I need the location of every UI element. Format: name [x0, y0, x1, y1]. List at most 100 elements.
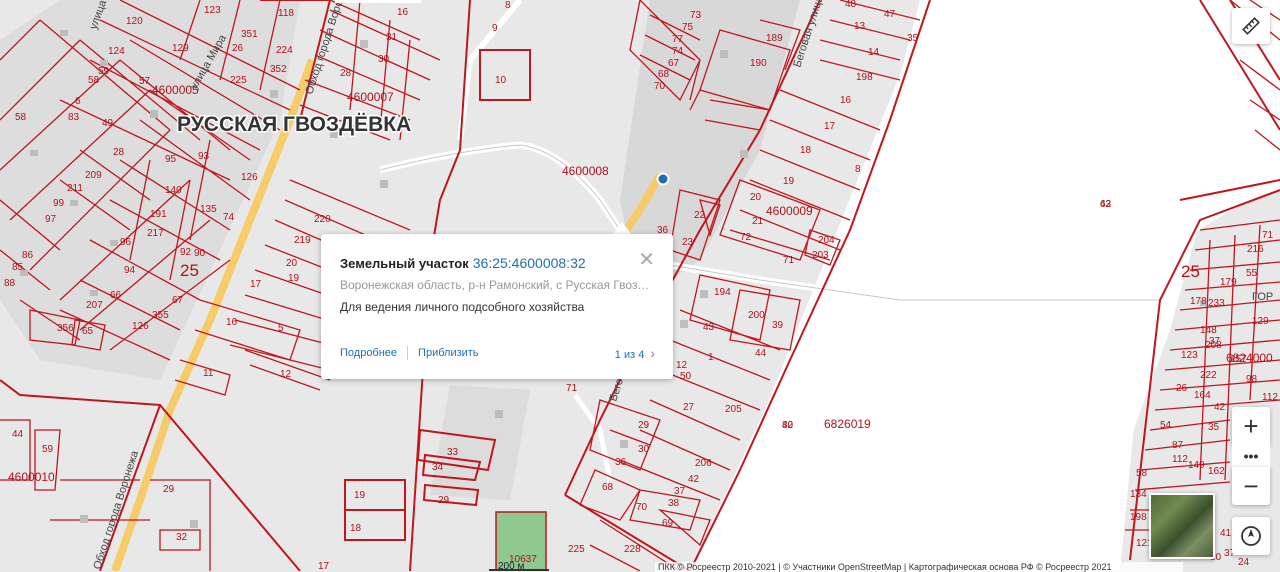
plot-number: 217 — [147, 228, 164, 239]
plot-number: 48 — [845, 0, 857, 10]
plot-number: 54 — [1160, 420, 1172, 431]
plot-number: 112 — [1172, 454, 1188, 465]
ruler-button[interactable] — [1232, 8, 1270, 44]
plot-number: 68 — [602, 482, 614, 493]
plot-number: 37 — [1209, 336, 1221, 347]
plot-number: 225 — [568, 544, 585, 555]
plot-number: 36 — [615, 457, 627, 468]
locate-button[interactable] — [1232, 517, 1270, 555]
plot-number: 24 — [1238, 557, 1250, 568]
plot-number: 66 — [110, 290, 122, 301]
plot-number: 207 — [86, 300, 103, 311]
plot-number: 58 — [88, 75, 100, 86]
plot-number: 35 — [907, 33, 919, 44]
plot-number: 20 — [286, 258, 298, 269]
top-panel-edge — [335, 0, 421, 3]
district-label: 25 — [1181, 262, 1200, 281]
plot-number: 29 — [638, 420, 650, 431]
chevron-right-icon[interactable]: › — [650, 345, 655, 361]
plot-number: 13 — [854, 21, 866, 32]
plot-number: 203 — [812, 250, 829, 261]
plot-number: 49 — [102, 118, 114, 129]
plot-number: 77 — [672, 34, 684, 45]
plot-number: 41 — [1220, 528, 1232, 539]
plot-number: 162 — [1208, 466, 1225, 477]
quarter-label: 6824000 — [1226, 351, 1273, 365]
plot-number: 198 — [856, 72, 873, 83]
plot-number: 37 — [674, 486, 686, 497]
quarter-label: 4600010 — [8, 470, 55, 484]
zoom-out-button[interactable]: − — [1232, 467, 1270, 505]
quarter-label: 4600008 — [562, 164, 609, 178]
plot-number: 71 — [566, 383, 578, 394]
popup-address: Воронежская область, р-н Рамонский, с Ру… — [340, 278, 655, 292]
plot-number: 57 — [139, 76, 151, 87]
more-link[interactable]: Подробнее — [340, 347, 397, 359]
more-button[interactable]: ••• — [1232, 444, 1270, 468]
plot-number: 17 — [318, 561, 330, 571]
plot-number: 164 — [1194, 390, 1211, 401]
popup-links: Подробнее Приблизить — [340, 346, 479, 360]
ruler-icon — [1242, 17, 1260, 35]
plot-number: 26 — [232, 43, 244, 54]
plot-number: 189 — [766, 33, 783, 44]
plot-number: 356 — [57, 323, 74, 334]
plot-number: 14 — [868, 47, 880, 58]
plot-number: 191 — [150, 209, 167, 220]
plot-number: 74 — [672, 46, 684, 57]
plot-number: 211 — [67, 183, 83, 194]
plot-number: 194 — [714, 287, 731, 298]
plot-number: 20 — [750, 192, 762, 203]
plot-number: 204 — [818, 235, 835, 246]
plot-number: 44 — [12, 429, 24, 440]
plot-number: 22 — [694, 210, 706, 221]
plot-number: 12 — [280, 369, 292, 380]
plot-number: 29 — [438, 495, 450, 506]
zoom-link[interactable]: Приблизить — [418, 347, 479, 359]
cadastral-number[interactable]: 36:25:4600008:32 — [473, 255, 586, 271]
location-marker[interactable] — [656, 172, 670, 186]
plot-number: 123 — [1181, 350, 1198, 361]
plot-number: 30 — [378, 54, 390, 65]
plot-number: 39 — [772, 320, 784, 331]
plot-number: 42 — [688, 474, 700, 485]
plot-number: 96 — [120, 237, 132, 248]
plot-number: 140 — [165, 185, 182, 196]
plot-number: 17 — [250, 279, 262, 290]
plot-number: 58 — [1136, 468, 1148, 479]
plot-number: 31 — [386, 32, 398, 43]
plot-number: 42 — [1214, 402, 1226, 413]
plot-number: 351 — [241, 29, 258, 40]
plot-number: 87 — [1172, 440, 1184, 451]
plot-number: 8 — [505, 0, 511, 11]
plot-number: 224 — [276, 45, 293, 56]
popup-title-row: Земельный участок 36:25:4600008:32 — [340, 255, 586, 271]
plot-number: 71 — [783, 255, 795, 266]
plot-number: 23 — [682, 237, 694, 248]
satellite-layer-toggle[interactable] — [1149, 493, 1215, 559]
plot-number: 129 — [172, 43, 189, 54]
plot-number: 228 — [624, 544, 641, 555]
district-label: 25 — [180, 261, 199, 280]
plot-number: 72 — [740, 232, 752, 243]
plot-number: 216 — [1247, 244, 1264, 255]
plot-number: 93 — [198, 151, 210, 162]
quarter-label: 6826019 — [824, 417, 871, 431]
plot-number: 135 — [200, 204, 217, 215]
popup-usage: Для ведения личного подсобного хозяйства — [340, 300, 585, 314]
plot-number: 225 — [230, 75, 247, 86]
plot-number: 11 — [203, 368, 214, 379]
zoom-in-button[interactable]: + — [1232, 407, 1270, 445]
plot-number: 75 — [682, 22, 694, 33]
plot-number: 38 — [668, 498, 680, 509]
plot-number: 200 — [748, 310, 765, 321]
plot-number: 65 — [82, 326, 94, 337]
plot-number: 74 — [223, 212, 235, 223]
plot-number: 222 — [1200, 370, 1217, 381]
close-icon[interactable]: ✕ — [638, 250, 655, 270]
plot-number: 83 — [68, 112, 80, 123]
plot-number: 21 — [752, 216, 764, 227]
plot-number: 43 — [703, 322, 715, 333]
plot-number: 5 — [278, 323, 284, 334]
popup-pager: 1 из 4 › — [615, 345, 655, 361]
